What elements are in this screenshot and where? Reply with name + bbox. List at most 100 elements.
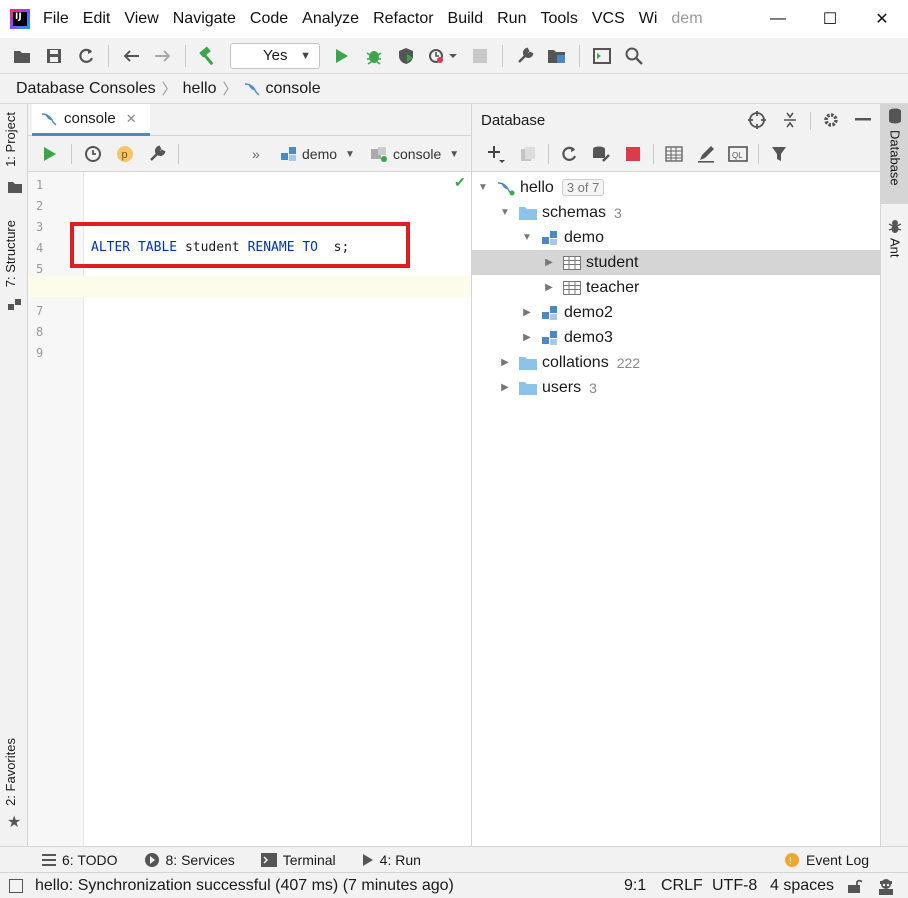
disconnect-button[interactable] — [620, 141, 646, 167]
menu-navigate[interactable]: Navigate — [166, 0, 243, 38]
add-datasource-button[interactable] — [483, 141, 509, 167]
tab-ant[interactable]: Ant — [881, 214, 908, 274]
open-folder-button[interactable] — [9, 43, 35, 69]
breadcrumb-database-consoles[interactable]: Database Consoles — [16, 80, 156, 98]
status-message[interactable]: hello: Synchronization successful (407 m… — [35, 877, 454, 895]
refresh-button[interactable] — [556, 141, 582, 167]
menu-tools[interactable]: Tools — [533, 0, 584, 38]
back-button[interactable] — [118, 43, 144, 69]
stop-button[interactable] — [467, 43, 493, 69]
menu-analyze[interactable]: Analyze — [295, 0, 366, 38]
file-encoding[interactable]: UTF-8 — [712, 873, 757, 898]
tree-node-users[interactable]: ▶ users 3 — [472, 375, 880, 400]
schema-count-badge[interactable]: 3 of 7 — [561, 179, 605, 196]
tab-event-log[interactable]: ! Event Log — [784, 852, 869, 868]
menu-vcs[interactable]: VCS — [585, 0, 632, 38]
run-config-select[interactable]: Yes ▼ — [230, 42, 320, 69]
menu-refactor[interactable]: Refactor — [366, 0, 440, 38]
tree-node-teacher[interactable]: ▶ teacher — [472, 275, 880, 300]
expanded-arrow-icon[interactable]: ▼ — [476, 182, 490, 193]
schema-selector[interactable]: demo ▼ — [280, 141, 355, 167]
session-selector[interactable]: console ▼ — [370, 141, 459, 167]
forward-button[interactable] — [150, 43, 176, 69]
collapsed-arrow-icon[interactable]: ▶ — [498, 382, 512, 393]
tree-node-demo3[interactable]: ▶ demo3 — [472, 325, 880, 350]
menu-view[interactable]: View — [117, 0, 165, 38]
locate-icon[interactable] — [745, 108, 769, 132]
tab-favorites[interactable]: 2: Favorites — [3, 738, 18, 806]
collapsed-arrow-icon[interactable]: ▶ — [520, 307, 534, 318]
toolbar-divider — [810, 112, 811, 130]
expanded-arrow-icon[interactable]: ▼ — [498, 207, 512, 218]
collapse-all-icon[interactable] — [778, 108, 802, 132]
indent-setting[interactable]: 4 spaces — [770, 873, 834, 898]
gear-icon[interactable] — [819, 108, 843, 132]
project-settings-button[interactable] — [512, 43, 538, 69]
expanded-arrow-icon[interactable]: ▼ — [520, 232, 534, 243]
database-panel-title: Database — [481, 111, 546, 129]
tree-node-demo[interactable]: ▼ demo — [472, 225, 880, 250]
tree-node-student[interactable]: ▶ student — [472, 250, 880, 275]
toggle-tool-windows-icon[interactable] — [9, 879, 23, 893]
collapsed-arrow-icon[interactable]: ▶ — [520, 332, 534, 343]
breadcrumb-hello[interactable]: hello — [183, 80, 217, 98]
run-anything-button[interactable] — [589, 43, 615, 69]
save-all-button[interactable] — [41, 43, 67, 69]
debug-button[interactable] — [361, 43, 387, 69]
tree-node-collations[interactable]: ▶ collations 222 — [472, 350, 880, 375]
menu-edit[interactable]: Edit — [76, 0, 118, 38]
maximize-button[interactable]: ☐ — [804, 0, 856, 38]
execute-button[interactable] — [37, 141, 63, 167]
menu-run[interactable]: Run — [490, 0, 533, 38]
tab-structure[interactable]: 7: Structure — [3, 220, 18, 287]
menu-file[interactable]: File — [36, 0, 76, 38]
breadcrumb-console-item[interactable]: console — [243, 80, 321, 98]
table-editor-button[interactable] — [661, 141, 687, 167]
duplicate-button[interactable] — [515, 141, 541, 167]
folder-icon — [518, 380, 538, 396]
tab-run[interactable]: 4: Run — [362, 852, 421, 868]
history-button[interactable] — [80, 141, 106, 167]
inspector-icon[interactable] — [876, 873, 896, 898]
build-button[interactable] — [195, 43, 221, 69]
tab-project[interactable]: 1: Project — [3, 112, 18, 167]
close-icon[interactable]: ✕ — [126, 111, 137, 127]
collapsed-arrow-icon[interactable]: ▶ — [542, 282, 556, 293]
filter-button[interactable] — [766, 141, 792, 167]
settings-button[interactable] — [144, 141, 170, 167]
hide-panel-icon[interactable] — [851, 108, 875, 132]
line-separator[interactable]: CRLF — [661, 873, 703, 898]
lock-icon[interactable] — [846, 873, 862, 898]
collapsed-arrow-icon[interactable]: ▶ — [542, 257, 556, 268]
tree-node-schemas[interactable]: ▼ schemas 3 — [472, 200, 880, 225]
tree-node-hello[interactable]: ▼ hello 3 of 7 — [472, 175, 880, 200]
tab-services[interactable]: 8: Services — [144, 852, 235, 868]
code-editor[interactable]: ALTER TABLE student RENAME TO s; — [85, 172, 471, 846]
close-window-button[interactable]: ✕ — [856, 0, 908, 38]
minimize-button[interactable]: — — [752, 0, 804, 38]
jump-to-console-button[interactable]: QL — [725, 141, 751, 167]
search-everywhere-button[interactable] — [621, 43, 647, 69]
profile-button[interactable] — [425, 43, 461, 69]
tab-console[interactable]: console ✕ — [32, 104, 150, 136]
db-properties-button[interactable] — [588, 141, 614, 167]
menu-build[interactable]: Build — [441, 0, 491, 38]
synchronize-button[interactable] — [73, 43, 99, 69]
edit-source-button[interactable] — [693, 141, 719, 167]
menu-window[interactable]: Wi — [632, 0, 665, 38]
tab-database[interactable]: Database — [881, 104, 908, 204]
project-structure-button[interactable] — [544, 43, 570, 69]
tab-terminal[interactable]: Terminal — [260, 852, 336, 868]
run-with-coverage-button[interactable] — [393, 43, 419, 69]
intellij-logo-icon: IJ — [10, 9, 30, 29]
tab-todo[interactable]: 6: TODO — [42, 852, 118, 868]
parameters-button[interactable]: p — [112, 141, 138, 167]
caret-position[interactable]: 9:1 — [624, 873, 646, 898]
chevron-down-icon: ▼ — [300, 49, 311, 62]
overflow-chevrons-icon[interactable]: » — [252, 141, 260, 167]
schema-context-label: demo — [302, 146, 338, 162]
run-button[interactable] — [329, 43, 355, 69]
menu-code[interactable]: Code — [243, 0, 295, 38]
tree-node-demo2[interactable]: ▶ demo2 — [472, 300, 880, 325]
collapsed-arrow-icon[interactable]: ▶ — [498, 357, 512, 368]
